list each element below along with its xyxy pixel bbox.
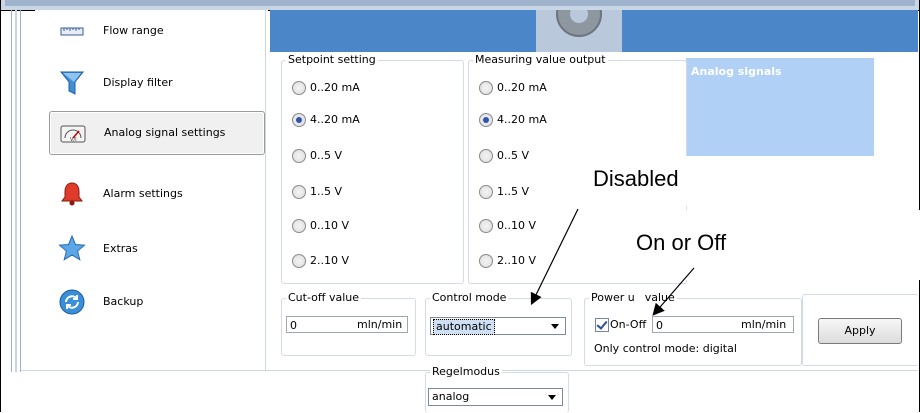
arrow-to-on-off [652, 267, 695, 316]
arrow-to-control-mode [530, 208, 579, 306]
annotation-arrows [530, 208, 695, 316]
